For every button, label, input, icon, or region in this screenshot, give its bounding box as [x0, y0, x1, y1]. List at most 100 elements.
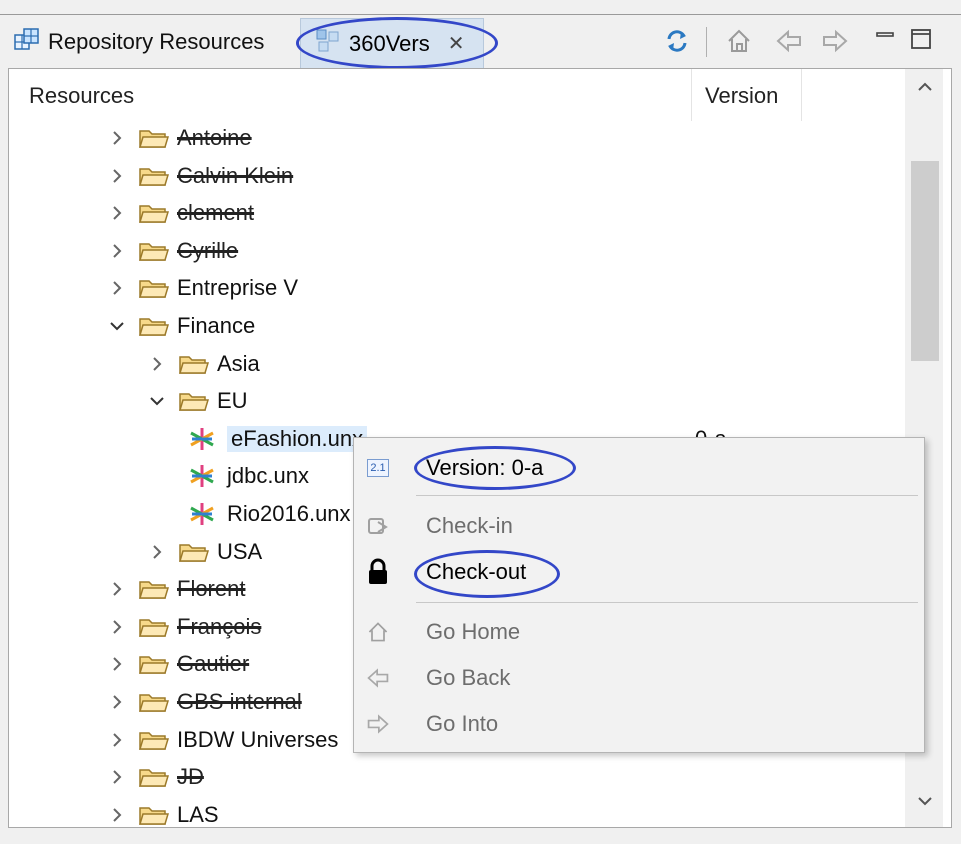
home-button[interactable] — [722, 24, 756, 58]
check-in-icon — [364, 512, 392, 540]
tree-item-label: JD — [177, 764, 204, 790]
tree-folder-item[interactable]: Calvin Klein — [107, 157, 293, 195]
menu-item-go-back[interactable]: Go Back — [354, 656, 924, 700]
tree-folder-item[interactable]: IBDW Universes — [107, 721, 338, 759]
chevron-right-icon[interactable] — [107, 692, 127, 712]
folder-icon — [138, 202, 170, 224]
tree-folder-item[interactable]: LAS — [107, 796, 219, 827]
chevron-right-icon[interactable] — [107, 730, 127, 750]
chevron-down-icon[interactable] — [107, 316, 127, 336]
folder-icon — [138, 127, 170, 149]
chevron-right-icon[interactable] — [107, 805, 127, 825]
chevron-down-icon[interactable] — [147, 391, 167, 411]
tree-folder-item[interactable]: Cyrille — [107, 232, 238, 270]
maximize-button[interactable] — [904, 22, 938, 56]
home-icon — [364, 618, 392, 646]
column-separator[interactable] — [801, 69, 802, 121]
tree-folder-item[interactable]: clement — [107, 194, 254, 232]
menu-item-version[interactable]: 2.1 Version: 0-a — [354, 446, 924, 490]
menu-item-label: Check-in — [426, 513, 513, 538]
status-strip — [0, 828, 961, 844]
tree-item-label: jdbc.unx — [227, 463, 309, 489]
column-header-version[interactable]: Version — [705, 83, 778, 109]
universe-icon — [187, 425, 217, 453]
tree-folder-item[interactable]: François — [107, 608, 261, 646]
tab-repository-resources[interactable]: Repository Resources — [14, 20, 264, 64]
folder-icon — [178, 353, 210, 375]
tree-folder-item[interactable]: USA — [147, 533, 262, 571]
close-tab-icon[interactable]: ✕ — [448, 31, 465, 56]
refresh-button[interactable] — [660, 24, 694, 58]
chevron-right-icon[interactable] — [107, 617, 127, 637]
maximize-icon — [911, 29, 931, 49]
tree-folder-item[interactable]: Antoine — [107, 119, 252, 157]
tree-item-label: clement — [177, 200, 255, 226]
folder-icon — [138, 766, 170, 788]
chevron-right-icon[interactable] — [107, 278, 127, 298]
context-menu: 2.1 Version: 0-a Check-in Check-out Go H… — [353, 437, 925, 753]
folder-icon — [138, 240, 170, 262]
tree-universe-item[interactable]: eFashion.unx — [187, 420, 368, 458]
back-arrow-icon — [776, 29, 801, 53]
home-icon — [728, 29, 750, 52]
chevron-right-icon[interactable] — [147, 542, 167, 562]
tree-item-label: François — [177, 613, 262, 639]
tree-folder-item[interactable]: Asia — [147, 345, 260, 383]
folder-icon — [138, 578, 170, 600]
folder-icon — [138, 315, 170, 337]
tree-folder-item[interactable]: JD — [107, 758, 204, 796]
universe-connection-icon — [315, 28, 341, 60]
chevron-right-icon[interactable] — [107, 767, 127, 787]
back-button[interactable] — [772, 24, 806, 58]
chevron-right-icon[interactable] — [147, 354, 167, 374]
column-separator[interactable] — [691, 69, 692, 121]
forward-button[interactable] — [818, 24, 852, 58]
menu-item-check-out[interactable]: Check-out — [354, 550, 924, 594]
tree-item-label: eFashion.unx — [227, 425, 368, 452]
universe-icon — [187, 462, 217, 490]
scroll-up-button[interactable] — [913, 75, 937, 99]
refresh-icon — [667, 30, 687, 52]
tree-item-label: Antoine — [177, 125, 252, 150]
chevron-right-icon[interactable] — [107, 128, 127, 148]
folder-icon — [138, 729, 170, 751]
tree-universe-item[interactable]: jdbc.unx — [187, 457, 309, 495]
repository-icon — [14, 27, 42, 57]
chevron-right-icon[interactable] — [107, 166, 127, 186]
window-top-strip — [0, 0, 961, 15]
folder-icon — [178, 390, 210, 412]
minimize-button[interactable] — [868, 20, 902, 54]
folder-icon — [138, 165, 170, 187]
chevron-right-icon[interactable] — [107, 203, 127, 223]
tree-item-label: Finance — [177, 313, 256, 338]
menu-item-go-into[interactable]: Go Into — [354, 702, 924, 746]
menu-item-go-home[interactable]: Go Home — [354, 610, 924, 654]
chevron-right-icon[interactable] — [107, 241, 127, 261]
chevron-down-icon — [918, 797, 932, 806]
tree-folder-item[interactable]: GBS internal — [107, 683, 302, 721]
toolbar-separator — [706, 27, 707, 57]
chevron-right-icon[interactable] — [107, 654, 127, 674]
tree-folder-item[interactable]: Entreprise V — [107, 269, 298, 307]
menu-item-label: Go Back — [426, 665, 511, 690]
tree-folder-item[interactable]: Finance — [107, 307, 255, 345]
scrollbar-thumb[interactable] — [911, 161, 939, 361]
tab-360vers[interactable]: 360Vers ✕ — [300, 18, 484, 68]
tree-item-label: Gautier — [177, 651, 250, 677]
tree-folder-item[interactable]: EU — [147, 382, 248, 420]
folder-icon — [178, 541, 210, 563]
menu-separator — [416, 495, 918, 496]
tree-item-label: IBDW Universes — [177, 726, 339, 752]
tree-item-label: Cyrille — [177, 237, 239, 263]
column-header-resources[interactable]: Resources — [29, 83, 134, 109]
tree-item-label: Calvin Klein — [177, 162, 294, 188]
scroll-down-button[interactable] — [913, 789, 937, 813]
menu-item-label: Go Into — [426, 711, 499, 736]
tree-universe-item[interactable]: Rio2016.unx — [187, 495, 351, 533]
chevron-right-icon[interactable] — [107, 579, 127, 599]
folder-icon — [138, 277, 170, 299]
tree-folder-item[interactable]: Florent — [107, 570, 245, 608]
tree-folder-item[interactable]: Gautier — [107, 645, 249, 683]
tree-item-label: Florent — [177, 576, 246, 602]
menu-item-check-in[interactable]: Check-in — [354, 504, 924, 548]
